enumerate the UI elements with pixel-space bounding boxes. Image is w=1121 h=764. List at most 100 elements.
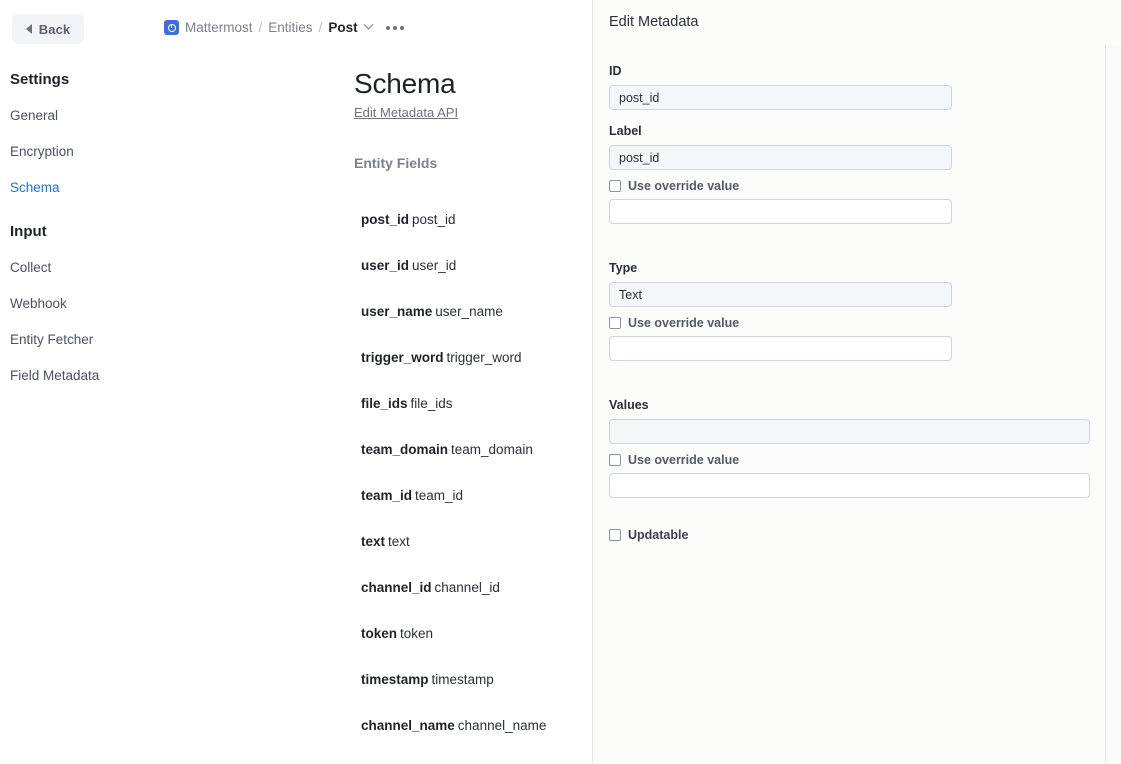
values-override-checkbox[interactable]	[609, 454, 621, 466]
field-name-cell: user_nameuser_name	[361, 304, 503, 319]
field-key: team_id	[361, 488, 412, 503]
breadcrumb: Mattermost / Entities / Post	[164, 20, 404, 35]
field-label: token	[400, 626, 433, 641]
field-label: user_name	[435, 304, 503, 319]
table-row[interactable]: trigger_wordtrigger_word Edit Metadata	[158, 334, 593, 380]
type-override-label: Use override value	[628, 316, 739, 330]
id-input[interactable]: post_id	[609, 85, 952, 110]
field-name-cell: user_iduser_id	[361, 258, 456, 273]
table-row[interactable]: channel_namechannel_name Edit Metadata	[158, 702, 593, 748]
updatable-label: Updatable	[628, 528, 688, 542]
id-field-label: ID	[609, 64, 1103, 78]
field-label: trigger_word	[447, 350, 522, 365]
type-override-checkbox[interactable]	[609, 317, 621, 329]
table-row[interactable]: texttext Edit Metadata	[158, 518, 593, 564]
left-sidebar: Back Settings General Encryption Schema …	[0, 0, 158, 764]
field-name-cell: trigger_wordtrigger_word	[361, 350, 522, 365]
table-row[interactable]: user_nameuser_name Edit Metadata	[158, 288, 593, 334]
updatable-row: Updatable	[609, 528, 1103, 542]
field-name-cell: team_idteam_id	[361, 488, 463, 503]
sidebar-item-encryption[interactable]: Encryption	[0, 134, 158, 170]
page-title: Schema	[354, 68, 456, 100]
field-label: user_id	[412, 258, 456, 273]
field-label: team_id	[415, 488, 463, 503]
type-override-input[interactable]	[609, 336, 952, 361]
table-row[interactable]: post_idpost_id Edit Metadata	[158, 196, 593, 242]
sidebar-item-webhook[interactable]: Webhook	[0, 286, 158, 322]
values-input[interactable]	[609, 419, 1090, 444]
field-key: team_domain	[361, 442, 448, 457]
sidebar-item-collect[interactable]: Collect	[0, 250, 158, 286]
field-key: file_ids	[361, 396, 408, 411]
values-field-label: Values	[609, 398, 1103, 412]
breadcrumb-item-mattermost[interactable]: Mattermost	[185, 20, 253, 35]
type-input[interactable]: Text	[609, 282, 952, 307]
field-name-cell: channel_namechannel_name	[361, 718, 546, 733]
field-key: channel_id	[361, 580, 432, 595]
field-label: channel_name	[458, 718, 547, 733]
id-field-group: ID post_id	[609, 64, 1103, 110]
label-override-checkbox[interactable]	[609, 180, 621, 192]
field-label: text	[388, 534, 410, 549]
type-field-label: Type	[609, 261, 1103, 275]
field-key: user_name	[361, 304, 432, 319]
breadcrumb-separator-2: /	[319, 20, 323, 35]
label-override-label: Use override value	[628, 179, 739, 193]
field-label: team_domain	[451, 442, 533, 457]
breadcrumb-item-post[interactable]: Post	[328, 20, 357, 35]
table-row[interactable]: team_idteam_id Edit Metadata	[158, 472, 593, 518]
values-override-input[interactable]	[609, 473, 1090, 498]
field-key: trigger_word	[361, 350, 444, 365]
field-key: timestamp	[361, 672, 429, 687]
type-field-group: Type Text Use override value	[609, 261, 1103, 361]
spacer-2	[609, 374, 1103, 398]
sidebar-heading-settings: Settings	[0, 62, 158, 98]
field-label: post_id	[412, 212, 456, 227]
label-input[interactable]: post_id	[609, 145, 952, 170]
entity-fields-list: post_idpost_id Edit Metadata user_iduser…	[158, 196, 593, 748]
table-row[interactable]: user_iduser_id Edit Metadata	[158, 242, 593, 288]
table-row[interactable]: file_idsfile_ids Edit Metadata	[158, 380, 593, 426]
vertical-scrollbar[interactable]	[1106, 45, 1121, 764]
table-row[interactable]: channel_idchannel_id Edit Metadata	[158, 564, 593, 610]
label-override-input[interactable]	[609, 199, 952, 224]
breadcrumb-item-entities[interactable]: Entities	[268, 20, 312, 35]
field-name-cell: team_domainteam_domain	[361, 442, 533, 457]
field-label: file_ids	[411, 396, 453, 411]
values-override-row: Use override value	[609, 453, 1103, 467]
type-override-row: Use override value	[609, 316, 1103, 330]
values-field-group: Values Use override value	[609, 398, 1103, 498]
sidebar-item-general[interactable]: General	[0, 98, 158, 134]
sidebar-item-field-metadata[interactable]: Field Metadata	[0, 358, 158, 394]
field-name-cell: texttext	[361, 534, 410, 549]
main-content: Mattermost / Entities / Post Schema Edit…	[158, 0, 593, 764]
label-field-group: Label post_id Use override value	[609, 124, 1103, 224]
label-override-row: Use override value	[609, 179, 1103, 193]
sidebar-item-entity-fetcher[interactable]: Entity Fetcher	[0, 322, 158, 358]
back-button[interactable]: Back	[12, 14, 84, 44]
back-button-label: Back	[39, 22, 70, 37]
values-override-label: Use override value	[628, 453, 739, 467]
updatable-checkbox[interactable]	[609, 529, 621, 541]
chevron-down-icon[interactable]	[363, 20, 373, 30]
field-name-cell: channel_idchannel_id	[361, 580, 500, 595]
field-key: post_id	[361, 212, 409, 227]
entity-fields-label: Entity Fields	[354, 155, 437, 171]
edit-metadata-api-link[interactable]: Edit Metadata API	[354, 105, 458, 120]
table-row[interactable]: tokentoken Edit Metadata	[158, 610, 593, 656]
sidebar-nav: Settings General Encryption Schema Input…	[0, 62, 158, 394]
field-key: text	[361, 534, 385, 549]
ellipsis-horizontal-icon[interactable]	[386, 26, 404, 30]
table-row[interactable]: team_domainteam_domain Edit Metadata	[158, 426, 593, 472]
back-arrow-icon	[26, 24, 32, 34]
panel-title: Edit Metadata	[609, 14, 698, 30]
field-name-cell: tokentoken	[361, 626, 433, 641]
field-key: token	[361, 626, 397, 641]
sidebar-item-schema[interactable]: Schema	[0, 170, 158, 206]
field-label: timestamp	[432, 672, 494, 687]
spacer-1	[609, 237, 1103, 261]
table-row[interactable]: timestamptimestamp Edit Metadata	[158, 656, 593, 702]
breadcrumb-separator-1: /	[259, 20, 263, 35]
field-name-cell: file_idsfile_ids	[361, 396, 453, 411]
panel-form: ID post_id Label post_id Use override va…	[609, 64, 1103, 542]
